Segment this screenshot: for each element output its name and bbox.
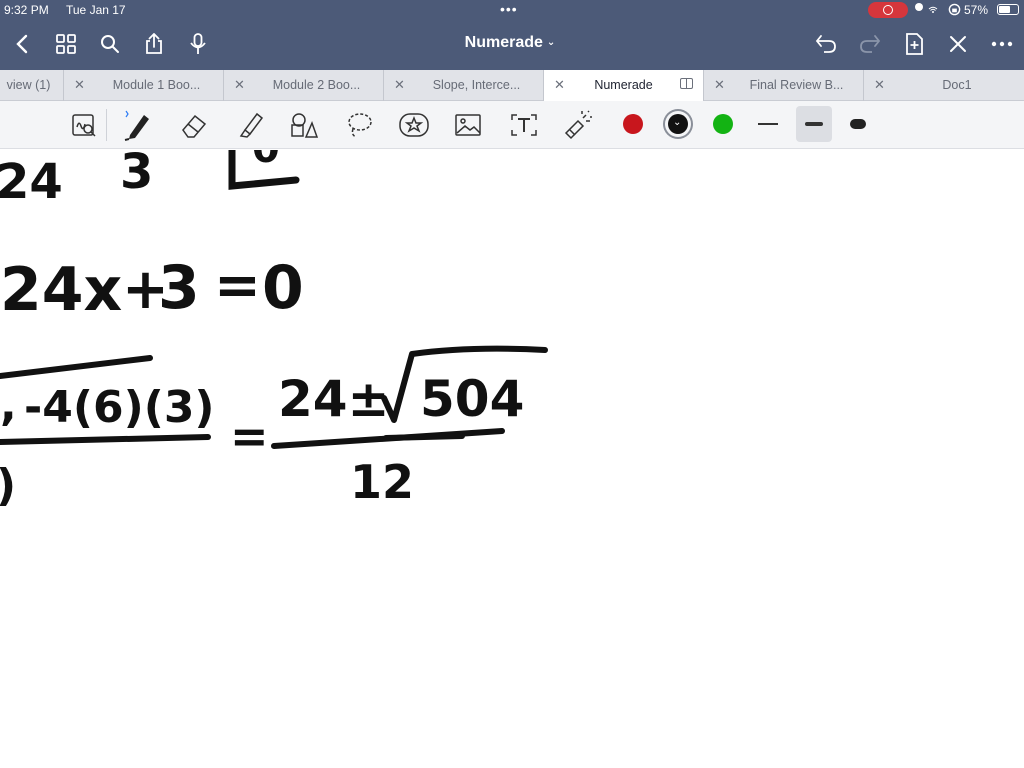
stroke-thick-button[interactable] — [840, 106, 876, 142]
close-icon[interactable]: ✕ — [234, 77, 245, 93]
tab-label: Module 1 Boo... — [112, 78, 201, 92]
grid-icon[interactable] — [52, 30, 80, 58]
status-date: Tue Jan 17 — [66, 3, 126, 17]
ink-text: 3 — [120, 150, 153, 200]
toolbar-divider — [106, 109, 107, 141]
ink-text: 0 — [262, 253, 304, 323]
tab-final-review[interactable]: ✕ Final Review B... — [704, 70, 864, 101]
back-chevron-icon[interactable] — [8, 30, 36, 58]
document-tab-bar: view (1) ✕ Module 1 Boo... ✕ Module 2 Bo… — [0, 70, 1024, 102]
shapes-icon[interactable] — [288, 109, 320, 141]
location-icon — [915, 3, 923, 11]
highlighter-icon[interactable] — [234, 109, 266, 141]
tab-module-1[interactable]: ✕ Module 1 Boo... — [64, 70, 224, 101]
tab-slope-intercept[interactable]: ✕ Slope, Interce... — [384, 70, 544, 101]
color-swatch-red[interactable] — [623, 114, 643, 134]
tab-numerade[interactable]: ✕ Numerade — [544, 70, 704, 102]
tab-label: Numerade — [594, 78, 653, 92]
fraction-bar-ink — [383, 433, 465, 441]
close-x-icon[interactable] — [944, 30, 972, 58]
lasso-icon[interactable] — [344, 109, 376, 141]
share-icon[interactable] — [140, 30, 168, 58]
ink-text: 12 — [350, 455, 414, 509]
chevron-down-icon: ⌄ — [546, 37, 556, 48]
image-icon[interactable] — [452, 109, 484, 141]
battery-icon — [997, 4, 1019, 15]
multitasking-dots-icon[interactable]: ••• — [500, 1, 518, 17]
stroke-thin-button[interactable] — [750, 106, 786, 142]
ink-text: 24 — [0, 154, 63, 210]
screen-record-icon — [868, 2, 908, 18]
zoom-lasso-icon[interactable] — [68, 109, 100, 141]
chevron-down-icon: ⌄ — [673, 117, 682, 128]
ink-text: 3 — [158, 253, 200, 323]
microphone-icon[interactable] — [184, 30, 212, 58]
redo-icon[interactable] — [856, 30, 884, 58]
stroke-medium-button[interactable] — [796, 106, 832, 142]
eraser-icon[interactable] — [178, 109, 210, 141]
ink-text: , — [0, 380, 17, 431]
color-swatch-black[interactable]: ⌄ — [668, 114, 688, 134]
close-icon[interactable]: ✕ — [394, 77, 405, 93]
close-icon[interactable]: ✕ — [714, 77, 725, 93]
document-title: Numerade — [464, 34, 543, 51]
document-title-menu[interactable]: Numerade ⌄ — [440, 34, 580, 52]
add-page-icon[interactable] — [900, 30, 928, 58]
close-icon[interactable]: ✕ — [874, 77, 885, 93]
fraction-bar-ink — [0, 434, 211, 445]
text-icon[interactable] — [508, 109, 540, 141]
search-icon[interactable] — [96, 30, 124, 58]
tab-label: view (1) — [6, 78, 51, 92]
ink-text: -4(6)(3) — [24, 382, 215, 433]
pen-icon[interactable] — [122, 109, 154, 141]
ink-text: ) — [0, 460, 16, 511]
tab-label: Slope, Interce... — [432, 78, 521, 92]
nav-bar: Numerade ⌄ — [0, 22, 1024, 66]
tab-module-2[interactable]: ✕ Module 2 Boo... — [224, 70, 384, 101]
laser-pointer-icon[interactable] — [562, 109, 594, 141]
top-bar: 9:32 PM Tue Jan 17 ••• 57% Numerade ⌄ — [0, 0, 1024, 70]
ink-text: 24± — [278, 370, 389, 428]
status-bar: 9:32 PM Tue Jan 17 ••• 57% — [0, 0, 1024, 20]
more-dots-icon[interactable] — [988, 30, 1016, 58]
ink-text: = — [230, 409, 269, 463]
split-view-icon[interactable] — [680, 78, 693, 89]
sticker-icon[interactable] — [398, 109, 430, 141]
close-icon[interactable]: ✕ — [554, 77, 565, 93]
tab-label: Module 2 Boo... — [272, 78, 361, 92]
ink-text: 504 — [420, 370, 524, 428]
orientation-lock-icon — [948, 3, 961, 16]
wifi-icon — [928, 6, 938, 13]
tab-view[interactable]: view (1) — [0, 70, 64, 101]
ink-text: 24x — [0, 255, 122, 325]
battery-percent: 57% — [964, 3, 989, 17]
tab-label: Final Review B... — [749, 78, 844, 92]
color-swatch-green[interactable] — [713, 114, 733, 134]
ink-text: = — [214, 253, 261, 318]
handwritten-work: 24 3 0 24x + 3 = 0 , -4(6)(3) ) = 24± 50… — [0, 150, 548, 511]
radical-ink — [0, 355, 153, 379]
tab-doc1[interactable]: ✕ Doc1 — [864, 70, 1024, 101]
ink-text: 0 — [252, 150, 280, 172]
tab-label: Doc1 — [942, 78, 972, 92]
close-icon[interactable]: ✕ — [74, 77, 85, 93]
undo-icon[interactable] — [812, 30, 840, 58]
status-time: 9:32 PM — [4, 3, 49, 17]
drawing-canvas[interactable]: 24 3 0 24x + 3 = 0 , -4(6)(3) ) = 24± 50… — [0, 150, 1024, 768]
app-window: 9:32 PM Tue Jan 17 ••• 57% Numerade ⌄ vi… — [0, 0, 1024, 768]
